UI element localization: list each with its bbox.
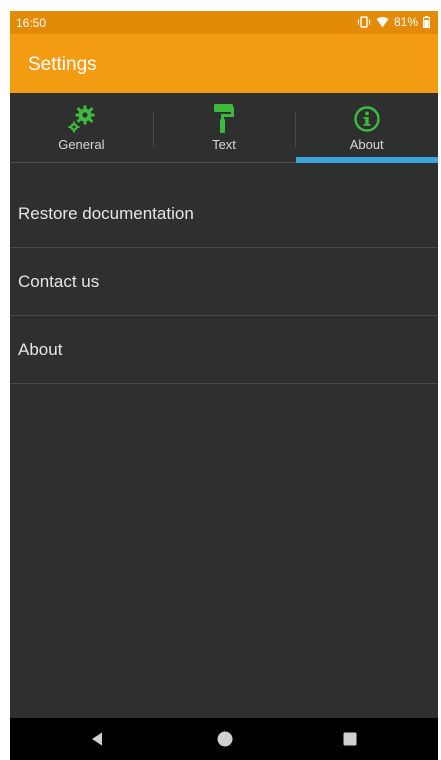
home-icon[interactable] <box>216 730 234 753</box>
list-item-contact-us[interactable]: Contact us <box>10 248 438 316</box>
tab-text-label: Text <box>212 137 236 152</box>
tab-about-label: About <box>349 137 384 152</box>
tab-general[interactable]: General <box>10 93 153 163</box>
list-item-label: Restore documentation <box>18 203 194 223</box>
paint-roller-icon <box>213 103 235 135</box>
page-title: Settings <box>28 54 97 75</box>
battery-percent: 81% <box>393 15 418 29</box>
device-screen: 16:50 81% Settings General Text About Re… <box>10 11 438 760</box>
list-item-about[interactable]: About <box>10 316 438 384</box>
tab-text[interactable]: Text <box>152 93 296 163</box>
app-bar: Settings <box>10 34 438 93</box>
list-item-restore-documentation[interactable]: Restore documentation <box>10 180 438 248</box>
list-item-label: Contact us <box>18 271 100 291</box>
status-bar: 16:50 81% <box>10 11 438 34</box>
battery-icon <box>423 16 430 28</box>
gears-icon <box>64 103 98 135</box>
vibrate-icon <box>357 16 371 28</box>
tab-bar: General Text About <box>10 93 438 163</box>
tab-selected-indicator <box>296 157 438 163</box>
status-icons: 81% <box>357 15 430 29</box>
list-item-label: About <box>18 339 63 359</box>
back-icon[interactable] <box>90 731 104 752</box>
settings-list: Restore documentation Contact us About <box>10 180 438 384</box>
system-nav-bar <box>10 718 438 760</box>
wifi-icon <box>376 16 389 28</box>
tab-general-label: General <box>58 137 105 152</box>
status-time: 16:50 <box>16 16 47 30</box>
recents-icon[interactable] <box>343 732 357 751</box>
info-icon <box>353 103 381 135</box>
tab-about[interactable]: About <box>295 93 438 163</box>
